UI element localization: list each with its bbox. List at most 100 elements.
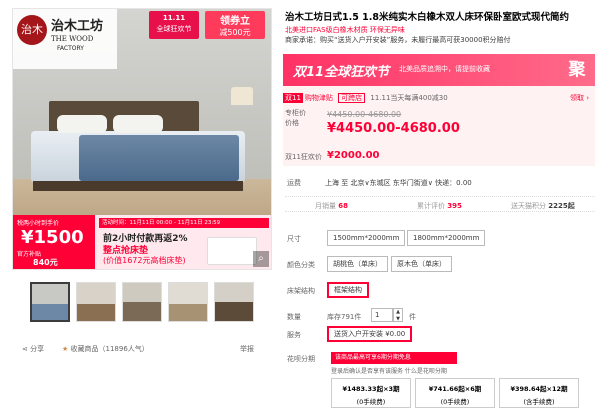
color-label: 颜色分类: [287, 261, 315, 269]
badge-1111-line2: 全球狂欢节: [156, 25, 192, 33]
delivery-selector[interactable]: 上海 至 北京∨东城区 东华门街道∨ 快递：0.00: [325, 178, 472, 188]
size-option-1800[interactable]: 1800mm*2000mm: [407, 230, 486, 246]
banner-text: 北美品质追溯中，请提前收藏: [399, 65, 490, 73]
merchant-notice: 商家承诺：购买“送货入户开安装”服务，未履行最高可获30000积分赔付: [285, 36, 511, 44]
quantity-input[interactable]: 1: [371, 308, 393, 322]
coupon-badge: 领券立 减500元: [205, 11, 265, 39]
thumbnail-3[interactable]: [122, 282, 162, 322]
structure-label: 床架结构: [287, 287, 315, 295]
huabei-plan-12[interactable]: ¥398.64起×12期 (含手续费): [499, 378, 579, 408]
claim-button[interactable]: 领取 ›: [570, 93, 589, 103]
report-link[interactable]: 举报: [240, 344, 254, 354]
structure-option-frame[interactable]: 框架结构: [327, 282, 369, 298]
monthly-sales-value: 68: [338, 202, 348, 210]
huabei-plan-amount: ¥398.64起×12期: [510, 385, 568, 393]
banner-title: 双11全球狂欢节: [293, 65, 390, 80]
promo-price-label: 税两小时到手价: [17, 220, 60, 227]
qty-label: 数量: [287, 313, 301, 321]
huabei-label: 花呗分期: [287, 355, 315, 363]
quantity-stepper[interactable]: ▲ ▼: [393, 308, 403, 322]
brand-box: 治木 治木工坊 THE WOOD FACTORY: [13, 9, 117, 69]
tag-allowance: 购物津贴: [304, 94, 333, 102]
huabei-plan-amount: ¥1483.33起×3期: [342, 385, 400, 393]
favorite-link[interactable]: ★ 收藏商品（11896人气）: [62, 344, 149, 354]
points-value: 2225起: [548, 202, 575, 210]
promo-row: 双11 购物津贴 可跨店 11.11当天每满400减30: [283, 93, 448, 103]
share-icon: ⋖: [22, 345, 31, 353]
promo-price: ¥1500: [21, 227, 84, 248]
badge-1111: 11.11 全球狂欢节: [149, 11, 199, 39]
stats-bar: 月销量 68 累计评价 395 送天猫积分 2225起: [285, 196, 595, 212]
pillow-right: [113, 115, 163, 133]
review-count[interactable]: 累计评价 395: [417, 201, 462, 211]
coupon-line2: 减500元: [219, 28, 251, 37]
zoom-icon[interactable]: ⌕: [253, 251, 269, 267]
promo-price-block: 税两小时到手价 ¥1500 官方补贴 840元: [13, 215, 95, 269]
huabei-plan-3[interactable]: ¥1483.33起×3期 (0手续费): [331, 378, 411, 408]
share-link[interactable]: ⋖ 分享: [22, 344, 44, 354]
service-option-install[interactable]: 送货入户开安装 ¥0.00: [327, 326, 413, 342]
huabei-sub[interactable]: 登录后确认是否享有该服务 什么是花呗分期: [331, 366, 447, 375]
size-label: 尺寸: [287, 235, 301, 243]
thumbnail-2[interactable]: [76, 282, 116, 322]
promo-subsidy: 840元: [33, 258, 58, 267]
star-icon: ★: [62, 345, 71, 353]
counter-price-label: 专柜价: [285, 109, 306, 117]
claim-label: 领取: [569, 94, 584, 102]
brand-sub-1: THE WOOD: [51, 35, 94, 43]
tag-double11: 双11: [283, 93, 303, 103]
counter-price: ¥4450.00-4680.00: [327, 110, 402, 119]
thumbnail-4[interactable]: [168, 282, 208, 322]
brand-name: 治木工坊: [51, 19, 104, 34]
main-product-image[interactable]: 治木 治木工坊 THE WOOD FACTORY 11.11 全球狂欢节 领券立…: [12, 8, 272, 270]
monthly-sales-label: 月销量: [315, 202, 336, 210]
review-count-value: 395: [447, 202, 462, 210]
price-label: 价格: [285, 119, 299, 127]
color-option-walnut[interactable]: 胡桃色（单床）: [327, 256, 388, 272]
d11-price: ¥2000.00: [327, 150, 380, 161]
chevron-right-icon: ›: [583, 94, 589, 102]
banner-ju-badge: 聚: [568, 60, 586, 80]
promo-time: 活动时间：11月11日 00:00 - 11月11日 23:59: [99, 218, 269, 228]
color-option-natural[interactable]: 原木色（单床）: [391, 256, 452, 272]
gallery: 治木 治木工坊 THE WOOD FACTORY 11.11 全球狂欢节 领券立…: [12, 8, 272, 270]
huabei-plan-amount: ¥741.66起×6期: [428, 385, 482, 393]
points: 送天猫积分 2225起: [511, 201, 575, 211]
thumbnail-strip: [12, 282, 272, 322]
huabei-plan-6[interactable]: ¥741.66起×6期 (0手续费): [415, 378, 495, 408]
delivery-label: 运费: [287, 179, 301, 187]
mattress-image: [207, 237, 257, 265]
qty-unit: 件: [409, 313, 416, 321]
tag-cross-store: 可跨店: [338, 93, 366, 103]
review-count-label: 累计评价: [417, 202, 445, 210]
promo-strip: 税两小时到手价 ¥1500 官方补贴 840元 活动时间：11月11日 00:0…: [13, 215, 271, 269]
favorite-label: 收藏商品: [70, 345, 99, 353]
points-label: 送天猫积分: [511, 202, 546, 210]
thumbnail-1[interactable]: [30, 282, 70, 322]
bed-blanket: [79, 135, 239, 181]
bed-frame: [33, 181, 243, 191]
price-value: ¥4450.00-4680.00: [327, 121, 460, 136]
coupon-line1: 领券立: [220, 16, 250, 27]
huabei-plan-fee: (0手续费): [356, 398, 386, 406]
product-title: 治木工坊日式1.5 1.8米纯实木白橡木双人床环保卧室欧式现代简约: [285, 12, 569, 23]
product-subtitle: 北美进口FAS级白橡木材质 环保无异味: [285, 26, 405, 34]
thumbnail-5[interactable]: [214, 282, 254, 322]
share-label: 分享: [30, 345, 45, 353]
monthly-sales: 月销量 68: [315, 201, 348, 211]
huabei-plan-fee: (0手续费): [440, 398, 470, 406]
badge-1111-line1: 11.11: [162, 14, 186, 22]
promo-line3: (价值1672元高档床垫): [103, 256, 186, 265]
lamp: [231, 87, 253, 105]
size-option-1500[interactable]: 1500mm*2000mm: [327, 230, 406, 246]
pillow-left: [57, 115, 107, 133]
brand-sub-2: FACTORY: [57, 45, 84, 52]
favorite-count: （11896人气）: [98, 345, 149, 353]
huabei-note: 该商品最高可享6期分期免息: [331, 352, 457, 364]
brand-logo: 治木: [17, 15, 47, 45]
d11-price-label: 双11狂欢价: [285, 153, 322, 161]
double11-banner: 双11全球狂欢节 北美品质追溯中，请提前收藏 聚: [283, 54, 595, 86]
service-label: 服务: [287, 331, 301, 339]
promo-text: 11.11当天每满400减30: [370, 94, 448, 102]
huabei-plan-fee: (含手续费): [523, 398, 555, 406]
